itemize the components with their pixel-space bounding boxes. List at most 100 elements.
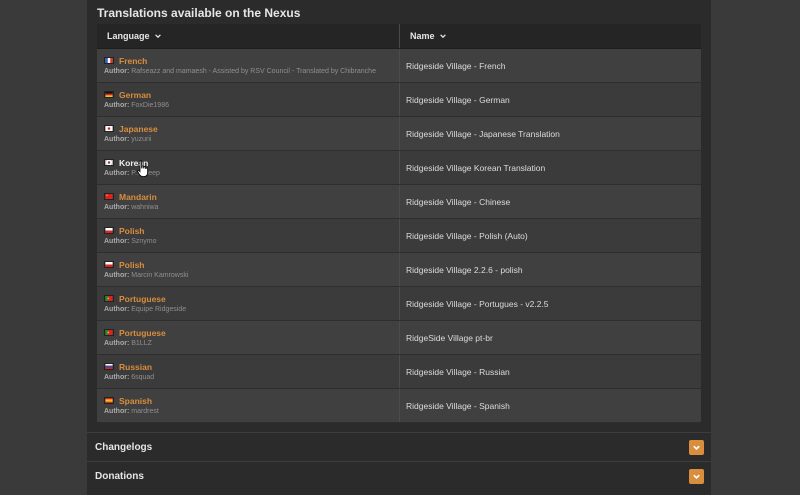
language-link[interactable]: Korean bbox=[119, 158, 148, 168]
donations-toggle[interactable]: Donations bbox=[87, 461, 711, 490]
pl-flag-icon bbox=[104, 261, 114, 268]
author-line: Author: P...sheep bbox=[104, 170, 399, 177]
sort-language-button[interactable]: Language bbox=[97, 24, 400, 48]
language-link[interactable]: Spanish bbox=[119, 396, 152, 406]
name-cell: Ridgeside Village Korean Translation bbox=[400, 151, 701, 184]
table-header: Language Name bbox=[97, 24, 701, 49]
ru-flag-icon bbox=[104, 363, 114, 370]
table-row: Japanese Author: yuzurii Ridgeside Village… bbox=[97, 117, 701, 151]
language-line: Portuguese bbox=[104, 327, 399, 338]
author-label: Author: bbox=[104, 68, 130, 75]
author-label: Author: bbox=[104, 102, 130, 109]
author-link[interactable]: Rafseazz and mamaesh - Assisted by RSV C… bbox=[131, 68, 376, 75]
fr-flag-icon bbox=[104, 57, 114, 64]
chevron-down-icon bbox=[693, 445, 700, 450]
language-line: Mandarin bbox=[104, 191, 399, 202]
table-body: French Author: Rafseazz and mamaesh - Ass… bbox=[97, 49, 701, 423]
table-row: Portuguese Author: Equipe Ridgeside Ridges… bbox=[97, 287, 701, 321]
translations-panel: Translations available on the Nexus Lang… bbox=[87, 0, 711, 495]
translation-name: Ridgeside Village Korean Translation bbox=[406, 162, 546, 173]
language-line: French bbox=[104, 55, 399, 66]
translations-table: Language Name French Author: Rafseazz and… bbox=[97, 24, 701, 423]
author-link[interactable]: Marcin Kamrowski bbox=[131, 272, 188, 279]
expand-donations-button[interactable] bbox=[689, 469, 704, 484]
language-cell: Japanese Author: yuzurii bbox=[97, 117, 400, 150]
name-cell: RidgeSide Village pt-br bbox=[400, 321, 701, 354]
author-label: Author: bbox=[104, 204, 130, 211]
language-line: Polish bbox=[104, 259, 399, 270]
translation-name: Ridgeside Village - Polish (Auto) bbox=[406, 230, 528, 241]
table-row: German Author: FoxDie1986 Ridgeside Villag… bbox=[97, 83, 701, 117]
table-row: Mandarin Author: wahniwa Ridgeside Village… bbox=[97, 185, 701, 219]
author-link[interactable]: Equipe Ridgeside bbox=[131, 306, 186, 313]
author-line: Author: yuzurii bbox=[104, 136, 399, 143]
author-label: Author: bbox=[104, 136, 130, 143]
language-link[interactable]: Portuguese bbox=[119, 328, 166, 338]
author-link[interactable]: B1LLZ bbox=[131, 340, 152, 347]
language-line: Spanish bbox=[104, 395, 399, 406]
language-cell: Mandarin Author: wahniwa bbox=[97, 185, 400, 218]
language-cell: Korean Author: P...sheep bbox=[97, 151, 400, 184]
author-line: Author: Marcin Kamrowski bbox=[104, 272, 399, 279]
author-line: Author: Sznymo bbox=[104, 238, 399, 245]
table-row: Spanish Author: mardrest Ridgeside Village… bbox=[97, 389, 701, 423]
language-line: German bbox=[104, 89, 399, 100]
name-cell: Ridgeside Village - Russian bbox=[400, 355, 701, 388]
language-cell: Polish Author: Marcin Kamrowski bbox=[97, 253, 400, 286]
table-row: Korean Author: P...sheep Ridgeside Village… bbox=[97, 151, 701, 185]
name-cell: Ridgeside Village - Polish (Auto) bbox=[400, 219, 701, 252]
author-link[interactable]: wahniwa bbox=[131, 204, 158, 211]
language-cell: German Author: FoxDie1986 bbox=[97, 83, 400, 116]
pl-flag-icon bbox=[104, 227, 114, 234]
language-link[interactable]: Polish bbox=[119, 226, 145, 236]
table-row: Portuguese Author: B1LLZ RidgeSide Village… bbox=[97, 321, 701, 355]
author-link[interactable]: FoxDie1986 bbox=[131, 102, 169, 109]
author-link[interactable]: 6squad bbox=[131, 374, 154, 381]
author-link[interactable]: mardrest bbox=[131, 408, 159, 415]
name-cell: Ridgeside Village - Japanese Translation bbox=[400, 117, 701, 150]
language-link[interactable]: Mandarin bbox=[119, 192, 157, 202]
language-link[interactable]: Japanese bbox=[119, 124, 158, 134]
donations-label: Donations bbox=[95, 470, 144, 482]
sort-name-button[interactable]: Name bbox=[400, 24, 701, 48]
language-cell: Portuguese Author: B1LLZ bbox=[97, 321, 400, 354]
language-link[interactable]: Russian bbox=[119, 362, 152, 372]
language-link[interactable]: Portuguese bbox=[119, 294, 166, 304]
author-line: Author: B1LLZ bbox=[104, 340, 399, 347]
section-title: Translations available on the Nexus bbox=[97, 6, 301, 20]
author-link[interactable]: yuzurii bbox=[131, 136, 151, 143]
name-cell: Ridgeside Village - Portugues - v2.2.5 bbox=[400, 287, 701, 320]
author-label: Author: bbox=[104, 340, 130, 347]
translation-name: Ridgeside Village - German bbox=[406, 94, 510, 105]
translation-name: Ridgeside Village - Russian bbox=[406, 366, 510, 377]
author-label: Author: bbox=[104, 374, 130, 381]
expand-changelogs-button[interactable] bbox=[689, 440, 704, 455]
changelogs-toggle[interactable]: Changelogs bbox=[87, 432, 711, 461]
language-line: Polish bbox=[104, 225, 399, 236]
language-cell: French Author: Rafseazz and mamaesh - Ass… bbox=[97, 49, 400, 82]
language-line: Korean bbox=[104, 157, 399, 168]
author-label: Author: bbox=[104, 408, 130, 415]
language-link[interactable]: French bbox=[119, 56, 147, 66]
author-label: Author: bbox=[104, 272, 130, 279]
table-row: Polish Author: Marcin Kamrowski Ridgeside … bbox=[97, 253, 701, 287]
changelogs-label: Changelogs bbox=[95, 441, 153, 453]
language-link[interactable]: Polish bbox=[119, 260, 145, 270]
de-flag-icon bbox=[104, 91, 114, 98]
translation-name: Ridgeside Village - French bbox=[406, 60, 506, 71]
pt-flag-icon bbox=[104, 295, 114, 302]
es-flag-icon bbox=[104, 397, 114, 404]
translation-name: Ridgeside Village - Portugues - v2.2.5 bbox=[406, 298, 549, 309]
author-label: Author: bbox=[104, 170, 130, 177]
table-row: French Author: Rafseazz and mamaesh - Ass… bbox=[97, 49, 701, 83]
author-link[interactable]: P...sheep bbox=[131, 170, 160, 177]
column-header-language: Language bbox=[107, 31, 150, 41]
author-line: Author: mardrest bbox=[104, 408, 399, 415]
language-cell: Russian Author: 6squad bbox=[97, 355, 400, 388]
kr-flag-icon bbox=[104, 159, 114, 166]
translation-name: Ridgeside Village 2.2.6 - polish bbox=[406, 264, 523, 275]
author-link[interactable]: Sznymo bbox=[131, 238, 156, 245]
name-cell: Ridgeside Village - Chinese bbox=[400, 185, 701, 218]
language-line: Japanese bbox=[104, 123, 399, 134]
language-link[interactable]: German bbox=[119, 90, 151, 100]
